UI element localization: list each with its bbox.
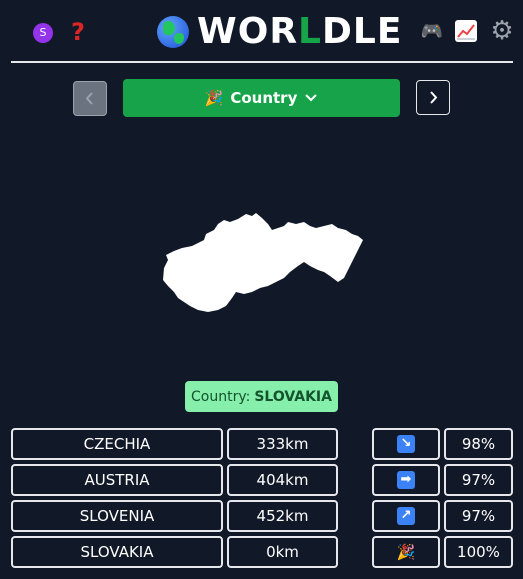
country-silhouette <box>163 213 363 312</box>
header: S ? WORLDLE 🎮 ⚙ <box>11 0 515 63</box>
mode-label: Country <box>230 89 298 107</box>
guess-direction: 🎉 <box>372 536 440 568</box>
chevron-down-icon <box>305 94 318 102</box>
chevron-left-icon <box>85 92 93 105</box>
arrow-up-right-icon: ↗ <box>397 507 415 525</box>
question-mark-icon[interactable]: ? <box>67 17 89 47</box>
answer-prefix: Country: <box>191 388 251 405</box>
answer-badge: Country: SLOVAKIA <box>185 381 338 412</box>
guess-distance: 333km <box>227 428 338 460</box>
game-controller-icon[interactable]: 🎮 <box>419 22 445 42</box>
guess-proximity: 98% <box>444 428 513 460</box>
guess-distance: 404km <box>227 464 338 496</box>
guess-country: AUSTRIA <box>11 464 223 496</box>
guess-row: SLOVAKIA 0km 🎉 100% <box>11 536 513 572</box>
next-mode-button[interactable] <box>416 80 450 115</box>
globe-icon <box>157 16 189 48</box>
guess-distance: 452km <box>227 500 338 532</box>
previous-mode-button[interactable] <box>73 81 107 116</box>
guess-direction: ↘ <box>372 428 440 460</box>
guess-country: CZECHIA <box>11 428 223 460</box>
logo: WORLDLE <box>157 12 402 52</box>
guess-proximity: 97% <box>444 464 513 496</box>
guess-table: CZECHIA 333km ↘ 98% AUSTRIA 404km ➡ 97% … <box>11 428 513 572</box>
guess-proximity: 97% <box>444 500 513 532</box>
guess-distance: 0km <box>227 536 338 568</box>
guess-country: SLOVENIA <box>11 500 223 532</box>
arrow-down-right-icon: ↘ <box>397 435 415 453</box>
chart-increasing-icon[interactable] <box>455 20 477 42</box>
guess-direction: ➡ <box>372 464 440 496</box>
worldle-page: S ? WORLDLE 🎮 ⚙ 🎉 Country Country: SLOVA… <box>0 0 523 579</box>
guess-direction: ↗ <box>372 500 440 532</box>
gear-icon[interactable]: ⚙ <box>489 18 515 44</box>
party-popper-icon: 🎉 <box>396 542 416 561</box>
user-avatar[interactable]: S <box>33 23 53 43</box>
guess-country: SLOVAKIA <box>11 536 223 568</box>
guess-proximity: 100% <box>444 536 513 568</box>
answer-value: SLOVAKIA <box>254 388 332 405</box>
chevron-right-icon <box>430 91 438 104</box>
page-title: WORLDLE <box>197 11 403 52</box>
mode-select-button[interactable]: 🎉 Country <box>123 79 400 117</box>
guess-row: CZECHIA 333km ↘ 98% <box>11 428 513 464</box>
guess-row: SLOVENIA 452km ↗ 97% <box>11 500 513 536</box>
party-popper-icon: 🎉 <box>204 88 224 107</box>
arrow-right-icon: ➡ <box>397 471 415 489</box>
guess-row: AUSTRIA 404km ➡ 97% <box>11 464 513 500</box>
